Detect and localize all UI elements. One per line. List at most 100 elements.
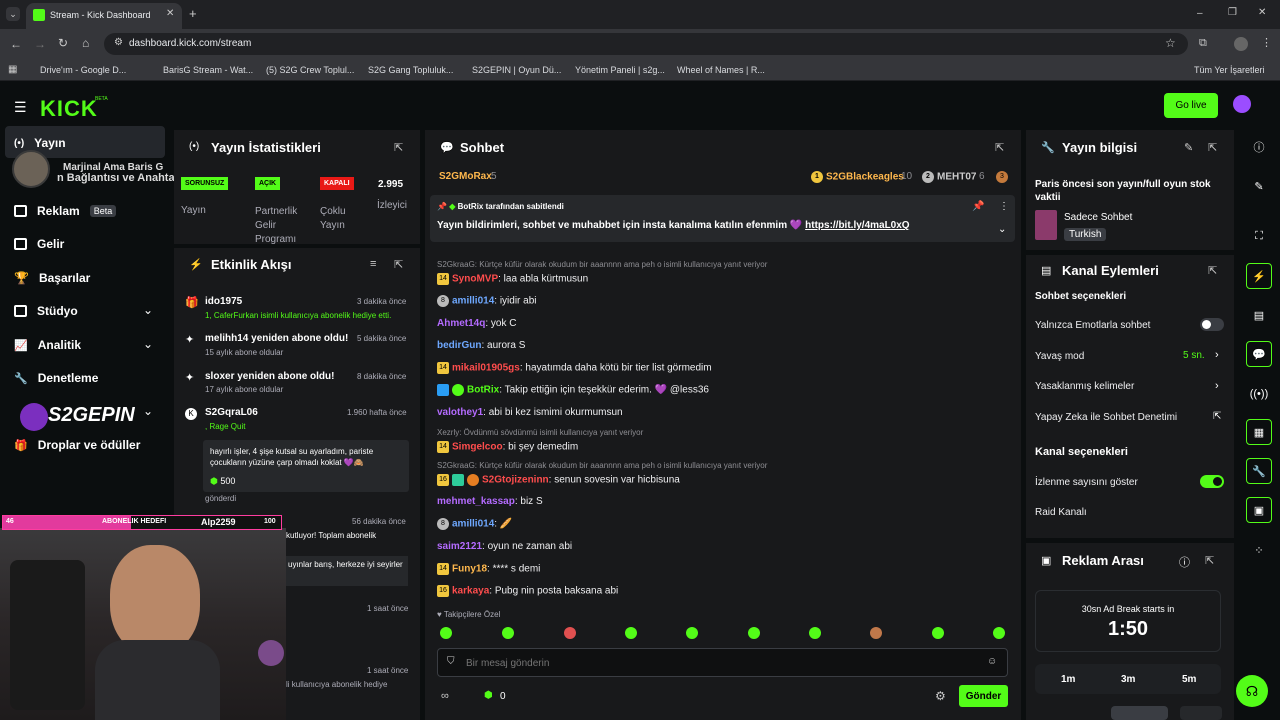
- chevron-down-icon[interactable]: ⌄: [143, 303, 153, 317]
- more-options-icon[interactable]: ⋮: [999, 201, 1009, 212]
- chevron-right-icon[interactable]: ›: [1215, 380, 1219, 392]
- tab-search-button[interactable]: ⌄: [6, 7, 20, 21]
- filter-icon[interactable]: ≡: [370, 258, 376, 270]
- sidebar-item-gelir[interactable]: Gelir: [14, 237, 64, 251]
- emote-icon[interactable]: [502, 627, 514, 639]
- top-gifter[interactable]: 2 MEHT07: [922, 171, 976, 183]
- close-tab-icon[interactable]: ✕: [166, 8, 174, 19]
- maximize-icon[interactable]: ❐: [1228, 7, 1237, 18]
- minimize-icon[interactable]: –: [1197, 8, 1203, 19]
- kick-logo[interactable]: KICK: [40, 96, 98, 122]
- external-link-icon[interactable]: ⇱: [1213, 411, 1221, 422]
- edit-icon[interactable]: ✎: [1184, 141, 1193, 154]
- emote-icon[interactable]: [748, 627, 760, 639]
- emote-icon[interactable]: [809, 627, 821, 639]
- popout-icon[interactable]: ⇱: [394, 141, 403, 154]
- back-icon[interactable]: ←: [10, 37, 22, 51]
- apps-grid-icon[interactable]: ▦: [8, 64, 17, 75]
- sidebar-item-studyo[interactable]: Stüdyo: [14, 304, 78, 318]
- chat-username[interactable]: Simgelcoo: [452, 442, 503, 453]
- monitor-icon[interactable]: ▣: [1246, 497, 1272, 523]
- chat-username[interactable]: Ahmet14q: [437, 318, 485, 329]
- popout-icon[interactable]: ⇱: [1208, 141, 1217, 154]
- broadcast-icon[interactable]: ((•)): [1246, 381, 1272, 407]
- chevron-right-icon[interactable]: ›: [1215, 349, 1219, 361]
- emote-icon[interactable]: [564, 627, 576, 639]
- browser-tab[interactable]: Stream - Kick Dashboard ✕: [26, 3, 182, 29]
- apps-icon[interactable]: ⁘: [1246, 537, 1272, 563]
- profile-avatar[interactable]: [1234, 37, 1248, 51]
- lightning-icon[interactable]: ⚡: [1246, 263, 1272, 289]
- window-close-icon[interactable]: ✕: [1258, 7, 1266, 18]
- top-gifter[interactable]: S2GMoRax: [439, 171, 492, 182]
- show-viewers-toggle[interactable]: [1200, 475, 1224, 488]
- chat-username[interactable]: mikail01905gs: [452, 363, 520, 374]
- sidebar-item-basarilar[interactable]: 🏆 Başarılar: [14, 271, 90, 285]
- info-icon[interactable]: ⓘ: [1246, 134, 1272, 160]
- sidebar-item-analitik[interactable]: 📈 Analitik: [14, 338, 81, 352]
- sidebar-item-denetleme[interactable]: 🔧 Denetleme: [14, 371, 98, 385]
- chat-input[interactable]: [466, 654, 976, 672]
- chat-username[interactable]: amilli014: [452, 296, 494, 307]
- sidebar-item-droplar[interactable]: 🎁 Droplar ve ödüller: [14, 438, 140, 452]
- emote-icon[interactable]: [870, 627, 882, 639]
- crop-icon[interactable]: ⛶: [1246, 223, 1272, 249]
- emotes-only-toggle[interactable]: [1200, 318, 1224, 331]
- site-info-icon[interactable]: ⚙: [114, 37, 123, 48]
- emote-icon[interactable]: [440, 627, 452, 639]
- all-bookmarks[interactable]: Tüm Yer İşaretleri: [1194, 65, 1265, 75]
- chevron-down-icon[interactable]: ⌄: [143, 404, 153, 418]
- chat-username[interactable]: bedirGun: [437, 340, 481, 351]
- hamburger-icon[interactable]: ☰: [14, 99, 27, 116]
- banned-words-label[interactable]: Yasaklanmış kelimeler: [1035, 381, 1134, 392]
- chat-username[interactable]: amilli014: [452, 519, 494, 530]
- popout-icon[interactable]: ⇱: [995, 141, 1004, 154]
- users-infinity-icon[interactable]: ∞: [441, 690, 449, 702]
- chat-username[interactable]: Funy18: [452, 564, 487, 575]
- go-live-button[interactable]: Go live: [1164, 93, 1218, 118]
- address-bar[interactable]: ⚙ dashboard.kick.com/stream ☆: [104, 33, 1188, 55]
- chat-bubble-icon[interactable]: 💬: [1246, 341, 1272, 367]
- bookmark-item[interactable]: Yönetim Paneli | s2g...: [575, 65, 665, 75]
- run-ad-button[interactable]: [1111, 706, 1168, 720]
- new-tab-icon[interactable]: +: [189, 6, 197, 21]
- chevron-down-icon[interactable]: ⌄: [998, 224, 1006, 235]
- bookmark-star-icon[interactable]: ☆: [1165, 36, 1176, 50]
- bookmark-item[interactable]: Drive'ım - Google D...: [40, 65, 126, 75]
- stats-icon[interactable]: ▦: [1246, 419, 1272, 445]
- ai-moderation-label[interactable]: Yapay Zeka ile Sohbet Denetimi: [1035, 412, 1177, 423]
- emote-icon[interactable]: [686, 627, 698, 639]
- note-icon[interactable]: ▤: [1246, 302, 1272, 328]
- bookmark-item[interactable]: S2GEPIN | Oyun Dü...: [472, 65, 561, 75]
- bookmark-item[interactable]: S2G Gang Topluluk...: [368, 65, 453, 75]
- bookmark-item[interactable]: BarisG Stream - Wat...: [163, 65, 253, 75]
- ad-duration-option[interactable]: 3m: [1121, 674, 1135, 685]
- info-icon[interactable]: ⓘ: [1179, 554, 1190, 570]
- emote-icon[interactable]: [932, 627, 944, 639]
- home-icon[interactable]: ⌂: [82, 36, 89, 50]
- chat-username[interactable]: mehmet_kassap: [437, 496, 515, 507]
- bookmark-item[interactable]: (5) S2G Crew Toplul...: [266, 65, 354, 75]
- slow-mode-label[interactable]: Yavaş mod: [1035, 351, 1084, 362]
- popout-icon[interactable]: ⇱: [1205, 554, 1214, 567]
- ad-duration-option[interactable]: 1m: [1061, 674, 1075, 685]
- top-gifter[interactable]: 1 S2GBlackeagles: [811, 171, 904, 183]
- edit-icon[interactable]: ✎: [1246, 173, 1272, 199]
- chat-username[interactable]: valothey1: [437, 407, 483, 418]
- bookmark-item[interactable]: Wheel of Names | R...: [677, 65, 765, 75]
- secondary-ad-button[interactable]: [1180, 706, 1222, 720]
- reload-icon[interactable]: ↻: [58, 36, 68, 50]
- emote-icon[interactable]: [993, 627, 1005, 639]
- support-headset-icon[interactable]: ☊: [1236, 675, 1268, 707]
- popout-icon[interactable]: ⇱: [1208, 264, 1217, 277]
- chat-username[interactable]: saim2121: [437, 541, 482, 552]
- chat-username[interactable]: BotRix: [467, 385, 499, 396]
- pinned-link[interactable]: https://bit.ly/4maL0xQ: [805, 220, 909, 231]
- forward-icon[interactable]: →: [34, 37, 46, 51]
- emoji-icon[interactable]: ☺: [987, 656, 997, 667]
- chat-settings-icon[interactable]: ⚙: [935, 689, 946, 703]
- raid-label[interactable]: Raid Kanalı: [1035, 507, 1087, 518]
- chat-username[interactable]: S2Gtojizeninn: [482, 475, 549, 486]
- chat-username[interactable]: SynoMVP: [452, 274, 498, 285]
- extensions-icon[interactable]: ⧉: [1199, 37, 1207, 50]
